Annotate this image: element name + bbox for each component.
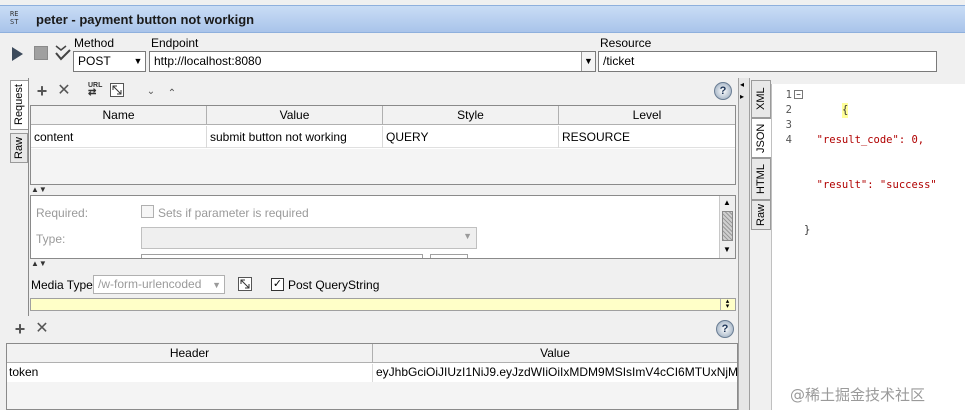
param-level[interactable]: RESOURCE	[559, 126, 735, 148]
resource-label: Resource	[600, 36, 652, 50]
next-field[interactable]	[141, 254, 423, 258]
params-header: Name Value Style Level	[31, 106, 735, 125]
params-table: Name Value Style Level content submit bu…	[30, 105, 736, 185]
required-checkbox-label: Sets if parameter is required	[158, 206, 309, 220]
type-select[interactable]: ▼	[141, 227, 477, 249]
tab-raw-response[interactable]: Raw	[751, 200, 771, 230]
resource-input[interactable]: /ticket	[598, 51, 937, 72]
chevron-up-icon[interactable]: ▲	[723, 198, 731, 207]
method-value: POST	[78, 54, 111, 68]
tab-html[interactable]: HTML	[751, 158, 771, 200]
param-style[interactable]: QUERY	[383, 126, 559, 148]
media-type-label: Media Type	[31, 278, 93, 292]
tab-request[interactable]: Request	[10, 80, 28, 130]
collapse-left-icon[interactable]: ◂	[740, 80, 744, 89]
fold-icon[interactable]: −	[794, 90, 803, 99]
tab-raw-request[interactable]: Raw	[10, 133, 28, 163]
add-icon[interactable]: +	[34, 82, 50, 100]
type-label: Type:	[36, 232, 66, 246]
endpoint-value: http://localhost:8080	[154, 54, 262, 68]
chevron-up-icon[interactable]: ⌃	[166, 86, 178, 102]
url-icon[interactable]: URL ⇄	[88, 82, 104, 98]
chevron-down-icon: ▼	[212, 280, 221, 290]
response-editor[interactable]: 1 2 3 4 − { "result_code": 0, "result": …	[771, 84, 965, 410]
code-line: "result": "success"	[804, 179, 937, 191]
param-value[interactable]: submit button not working	[207, 126, 383, 148]
endpoint-label: Endpoint	[151, 36, 199, 50]
header-name[interactable]: token	[7, 364, 373, 382]
method-label: Method	[74, 36, 115, 50]
tab-json[interactable]: JSON	[751, 118, 771, 158]
column-header[interactable]: Level	[559, 106, 735, 125]
stop-icon[interactable]	[34, 46, 48, 60]
column-header[interactable]: Header	[7, 344, 373, 363]
watermark: @稀土掘金技术社区	[790, 386, 926, 404]
chevron-down-icon[interactable]: ▼	[723, 245, 731, 254]
panel-splitter[interactable]: ◂ ▸	[738, 78, 750, 410]
chevron-down-icon[interactable]: ▼	[581, 52, 595, 71]
endpoint-input[interactable]: http://localhost:8080 ▼	[149, 51, 596, 72]
header-value[interactable]: eyJhbGciOiJIUzI1NiJ9.eyJzdWIiOiIxMDM9MSI…	[373, 364, 737, 382]
request-body-bar[interactable]: ▴ ▾	[30, 298, 736, 311]
scrollbar[interactable]: ▲ ▼	[719, 196, 735, 258]
param-name[interactable]: content	[31, 126, 207, 148]
code-line: }	[804, 224, 811, 236]
line-numbers: 1 2 3 4	[785, 89, 792, 146]
help-icon[interactable]: ?	[716, 320, 734, 338]
param-details-panel: Required: Sets if parameter is required …	[30, 195, 736, 259]
window-title: peter - payment button not workign	[36, 12, 255, 27]
headers-header: Header Value	[7, 344, 737, 363]
next-field-button[interactable]	[430, 254, 468, 258]
post-querystring-checkbox[interactable]: ✓	[271, 278, 284, 291]
chevron-down-icon[interactable]: ⌄	[145, 84, 157, 100]
splitter-arrows-icon[interactable]: ▲▼	[31, 185, 47, 194]
splitter-arrows-icon[interactable]: ▲▼	[31, 259, 47, 268]
add-header-icon[interactable]: +	[12, 320, 28, 338]
table-row[interactable]: content submit button not working QUERY …	[31, 126, 735, 148]
media-type-select[interactable]: /w-form-urlencoded ▼	[93, 275, 225, 294]
scrollbar-thumb[interactable]	[722, 211, 733, 241]
rest-request-window: RE ST peter - payment button not workign…	[0, 0, 965, 410]
required-label: Required:	[36, 206, 89, 220]
headers-table: Header Value token eyJhbGciOiJIUzI1NiJ9.…	[6, 343, 738, 410]
rest-icon: RE ST	[10, 10, 19, 26]
response-body: { "result_code": 0, "result": "success" …	[804, 88, 937, 268]
help-icon[interactable]: ?	[714, 82, 732, 100]
post-querystring-label: Post QueryString	[288, 278, 380, 292]
submit-check-icon[interactable]	[54, 42, 72, 62]
empty-rows	[31, 149, 735, 184]
tab-xml[interactable]: XML	[751, 80, 771, 118]
column-header[interactable]: Name	[31, 106, 207, 125]
expand-icon[interactable]	[110, 83, 124, 97]
remove-header-icon[interactable]: ✕	[34, 321, 50, 337]
collapse-right-icon[interactable]: ▸	[740, 92, 744, 101]
required-checkbox[interactable]	[141, 205, 154, 218]
remove-icon[interactable]: ✕	[56, 83, 72, 99]
column-header[interactable]: Style	[383, 106, 559, 125]
resize-handle-icon[interactable]: ▴ ▾	[720, 298, 734, 310]
resource-value: /ticket	[603, 54, 635, 68]
chevron-down-icon: ▼	[463, 231, 472, 241]
chevron-down-icon[interactable]: ▼	[131, 52, 145, 71]
code-line: {	[841, 103, 849, 118]
column-header[interactable]: Value	[207, 106, 383, 125]
expand-icon[interactable]	[238, 277, 252, 291]
method-select[interactable]: POST ▼	[73, 51, 146, 72]
title-bar: RE ST peter - payment button not workign	[0, 5, 965, 33]
column-header[interactable]: Value	[373, 344, 737, 363]
empty-rows	[7, 382, 737, 409]
table-row[interactable]: token eyJhbGciOiJIUzI1NiJ9.eyJzdWIiOiIxM…	[7, 364, 737, 382]
code-line: "result_code": 0,	[804, 134, 925, 146]
run-icon[interactable]	[10, 46, 24, 62]
media-type-value: /w-form-urlencoded	[98, 277, 202, 291]
